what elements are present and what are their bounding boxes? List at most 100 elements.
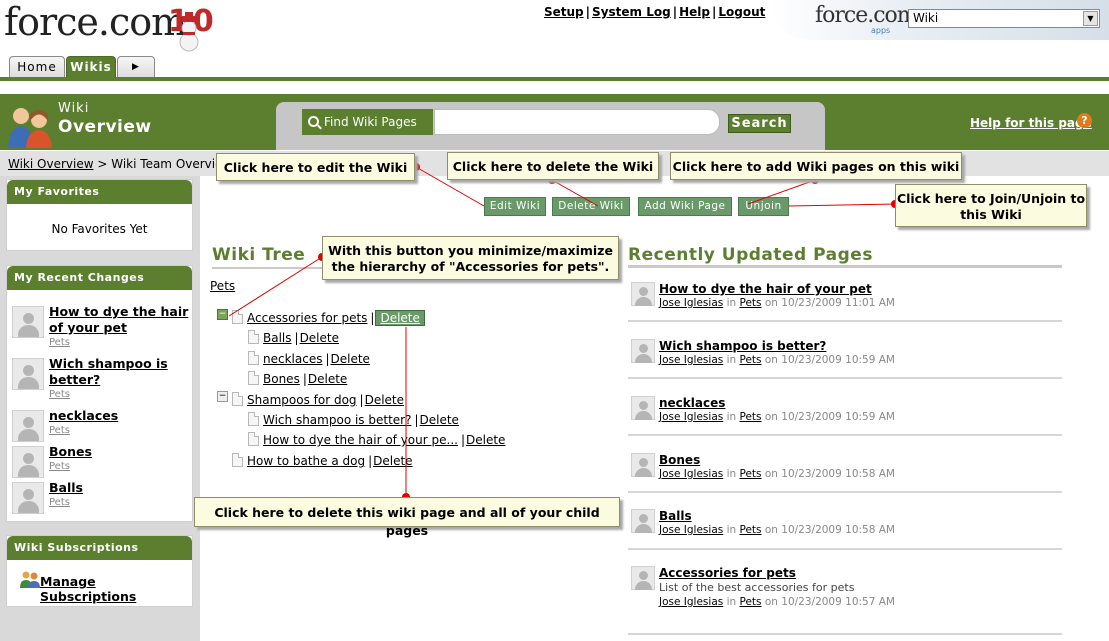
search-label: Find Wiki Pages <box>302 109 433 135</box>
author-link[interactable]: Jose Iglesias <box>659 468 723 480</box>
author-link[interactable]: Jose Iglesias <box>659 411 723 423</box>
recent-change-wiki-link[interactable]: Pets <box>49 337 70 348</box>
wiki-link[interactable]: Pets <box>740 468 762 480</box>
recent-page-meta: Jose Iglesias in Pets on 10/23/2009 11:0… <box>659 297 895 309</box>
search-input[interactable] <box>434 109 720 135</box>
recent-change-link[interactable]: Bones <box>49 444 191 460</box>
recent-change-wiki-link[interactable]: Pets <box>49 461 70 472</box>
page-icon <box>248 371 259 385</box>
add-wiki-page-button[interactable]: Add Wiki Page <box>638 197 732 216</box>
collapse-toggle-icon[interactable]: − <box>217 309 228 320</box>
author-link[interactable]: Jose Iglesias <box>659 297 723 309</box>
tree-node-delete-link[interactable]: Delete <box>373 454 412 468</box>
page-icon <box>248 432 259 446</box>
tree-root-link[interactable]: Pets <box>210 279 235 293</box>
recent-page-meta: Jose Iglesias in Pets on 10/23/2009 10:5… <box>659 524 895 536</box>
recent-change-wiki-link[interactable]: Pets <box>49 425 70 436</box>
setup-link[interactable]: Setup <box>544 5 584 19</box>
tree-node-delete-link[interactable]: Delete <box>331 352 370 366</box>
recent-page-link[interactable]: Bones <box>659 453 700 467</box>
tree-node: Shampoos for dog |Delete <box>232 392 404 407</box>
recent-page-meta: Jose Iglesias in Pets on 10/23/2009 10:5… <box>659 468 895 480</box>
edit-wiki-button[interactable]: Edit Wiki <box>484 197 546 216</box>
force-com-logo[interactable]: force.com <box>4 0 187 44</box>
tree-node-delete-link[interactable]: Delete <box>308 372 347 386</box>
recent-page-item: Wich shampoo is better? Jose Iglesias in… <box>628 339 1068 383</box>
recent-page-link[interactable]: How to dye the hair of your pet <box>659 282 872 296</box>
recent-change-link[interactable]: How to dye the hair of your pet <box>49 304 191 336</box>
recent-page-link[interactable]: Accessories for pets <box>659 566 796 580</box>
breadcrumb-wiki-overview-link[interactable]: Wiki Overview <box>8 157 94 171</box>
tree-node-link[interactable]: How to bathe a dog <box>247 454 365 468</box>
tree-node-delete-link[interactable]: Delete <box>300 331 339 345</box>
wiki-link[interactable]: Pets <box>740 596 762 608</box>
help-for-page-link[interactable]: Help for this page <box>970 116 1092 130</box>
tree-node-delete-link[interactable]: Delete <box>420 413 459 427</box>
recent-page-link[interactable]: Balls <box>659 509 692 523</box>
recent-change-item: Balls Pets <box>12 480 192 514</box>
tree-node-delete-link[interactable]: Delete <box>365 393 404 407</box>
recent-page-divider <box>628 434 1062 436</box>
favorites-title: My Favorites <box>7 180 192 204</box>
user-avatar-icon <box>12 306 44 338</box>
logout-link[interactable]: Logout <box>718 5 765 19</box>
recent-change-link[interactable]: Wich shampoo is better? <box>49 356 191 388</box>
chevron-down-icon[interactable]: ▼ <box>1083 11 1098 26</box>
favorites-empty-text: No Favorites Yet <box>51 222 148 236</box>
user-avatar-icon <box>631 282 655 306</box>
user-avatar-icon <box>12 446 44 478</box>
recent-page-link[interactable]: Wich shampoo is better? <box>659 339 826 353</box>
recent-change-item: necklaces Pets <box>12 408 192 442</box>
tree-node-link[interactable]: necklaces <box>263 352 322 366</box>
tree-node-link[interactable]: Wich shampoo is better? <box>263 413 411 427</box>
tree-node-link[interactable]: How to dye the hair of your pe... <box>263 433 458 447</box>
help-icon[interactable]: ? <box>1077 113 1092 128</box>
tab-wikis[interactable]: Wikis <box>66 56 116 78</box>
tree-node-link[interactable]: Accessories for pets <box>247 311 367 325</box>
tree-node-delete-link[interactable]: Delete <box>466 433 505 447</box>
tab-home[interactable]: Home <box>9 56 65 78</box>
snowman-icon <box>179 12 199 52</box>
manage-subscriptions-link[interactable]: Manage Subscriptions <box>40 574 192 604</box>
recent-change-link[interactable]: necklaces <box>49 408 191 424</box>
breadcrumb: Wiki Overview > Wiki Team Overview <box>8 157 232 171</box>
tree-node: Bones |Delete <box>248 371 347 386</box>
user-avatar-icon <box>12 358 44 390</box>
system-log-link[interactable]: System Log <box>592 5 671 19</box>
breadcrumb-current: Wiki Team Overview <box>111 157 233 171</box>
tree-node-link[interactable]: Shampoos for dog <box>247 393 357 407</box>
recent-page-divider <box>628 548 1062 550</box>
delete-wiki-button[interactable]: Delete Wiki <box>552 197 630 216</box>
author-link[interactable]: Jose Iglesias <box>659 596 723 608</box>
author-link[interactable]: Jose Iglesias <box>659 354 723 366</box>
author-link[interactable]: Jose Iglesias <box>659 524 723 536</box>
user-avatar-icon <box>631 566 655 590</box>
recent-page-divider <box>628 633 1062 635</box>
recent-change-wiki-link[interactable]: Pets <box>49 497 70 508</box>
recent-change-item: How to dye the hair of your pet Pets <box>12 304 192 350</box>
user-avatar-icon <box>631 396 655 420</box>
recent-change-link[interactable]: Balls <box>49 480 191 496</box>
app-select[interactable]: Wiki ▼ <box>908 9 1100 28</box>
callout-delete-page: Click here to delete this wiki page and … <box>194 497 620 538</box>
recent-page-divider <box>628 491 1062 493</box>
user-avatar-icon <box>12 410 44 442</box>
page-icon <box>248 412 259 426</box>
wiki-link[interactable]: Pets <box>740 354 762 366</box>
recent-page-meta: Jose Iglesias in Pets on 10/23/2009 10:5… <box>659 411 895 423</box>
wiki-link[interactable]: Pets <box>740 411 762 423</box>
wiki-link[interactable]: Pets <box>740 297 762 309</box>
unjoin-button[interactable]: Unjoin <box>738 197 789 216</box>
recent-change-wiki-link[interactable]: Pets <box>49 389 70 400</box>
help-link[interactable]: Help <box>679 5 710 19</box>
tree-node: necklaces |Delete <box>248 351 370 366</box>
collapse-toggle-icon[interactable]: − <box>217 391 228 402</box>
search-button[interactable]: Search <box>728 114 791 133</box>
tree-node-delete-link[interactable]: Delete <box>375 310 425 326</box>
user-avatar-icon <box>12 482 44 514</box>
more-tabs-arrow-icon[interactable]: ▶ <box>117 56 155 78</box>
wiki-link[interactable]: Pets <box>740 524 762 536</box>
tree-node-link[interactable]: Bones <box>263 372 300 386</box>
recent-page-link[interactable]: necklaces <box>659 396 725 410</box>
tree-node-link[interactable]: Balls <box>263 331 292 345</box>
